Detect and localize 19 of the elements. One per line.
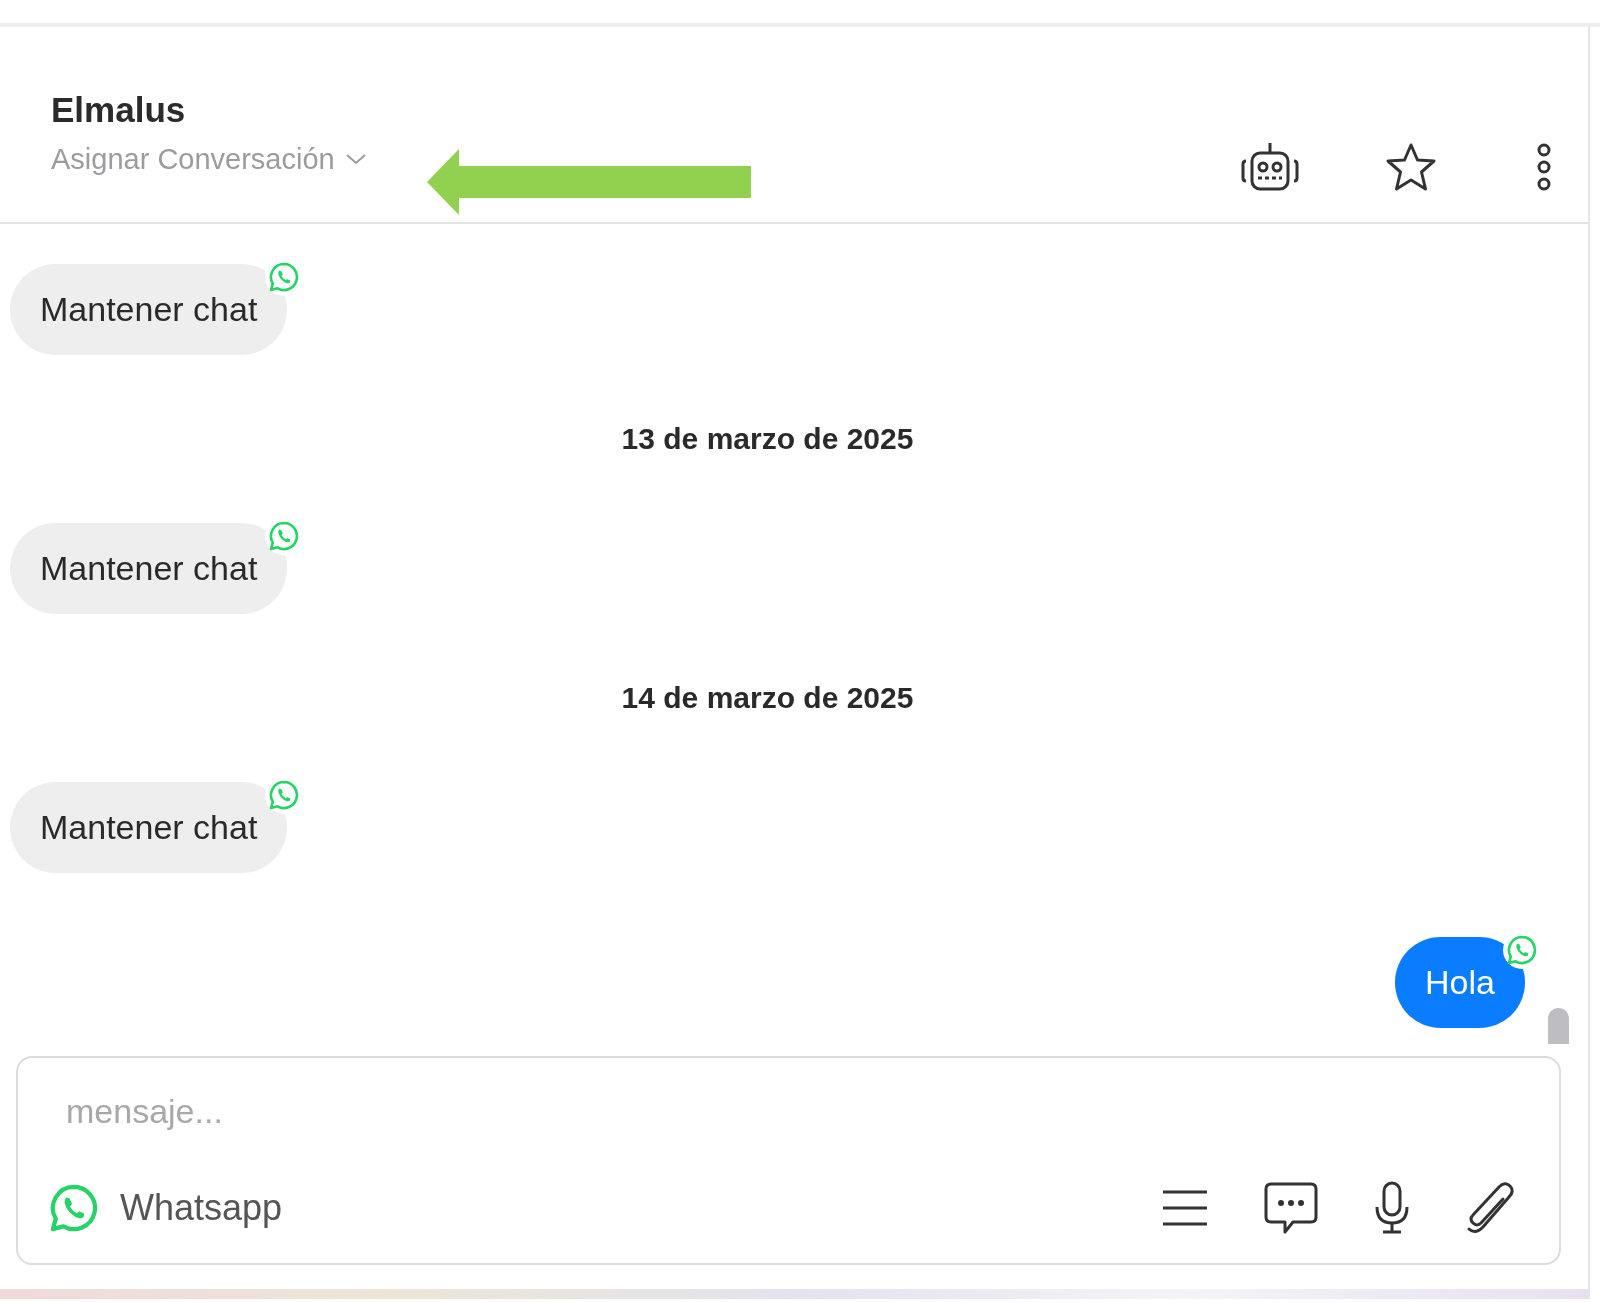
more-options-icon[interactable]: [1536, 142, 1552, 191]
menu-icon[interactable]: [1161, 1188, 1209, 1228]
message-bubble: Hola: [1395, 937, 1525, 1028]
message-bubble: Mantener chat: [10, 782, 288, 873]
date-separator: 13 de marzo de 2025: [621, 421, 914, 457]
chat-bubble-icon[interactable]: [1263, 1181, 1319, 1235]
microphone-icon[interactable]: [1373, 1181, 1411, 1235]
message-bubble: Mantener chat: [10, 264, 288, 355]
whatsapp-icon: [48, 1182, 100, 1234]
star-icon[interactable]: [1385, 141, 1437, 192]
scrollbar-thumb[interactable]: [1548, 1008, 1569, 1044]
message-bubble: Mantener chat: [10, 523, 288, 614]
assign-dropdown[interactable]: Asignar Conversación: [51, 137, 367, 181]
chevron-down-icon: [344, 152, 367, 167]
robot-icon[interactable]: [1239, 140, 1301, 193]
contact-name: Elmalus: [51, 91, 187, 130]
date-separator: 14 de marzo de 2025: [621, 680, 914, 716]
paperclip-icon[interactable]: [1465, 1181, 1515, 1235]
channel-label: Whatsapp: [120, 1186, 283, 1230]
